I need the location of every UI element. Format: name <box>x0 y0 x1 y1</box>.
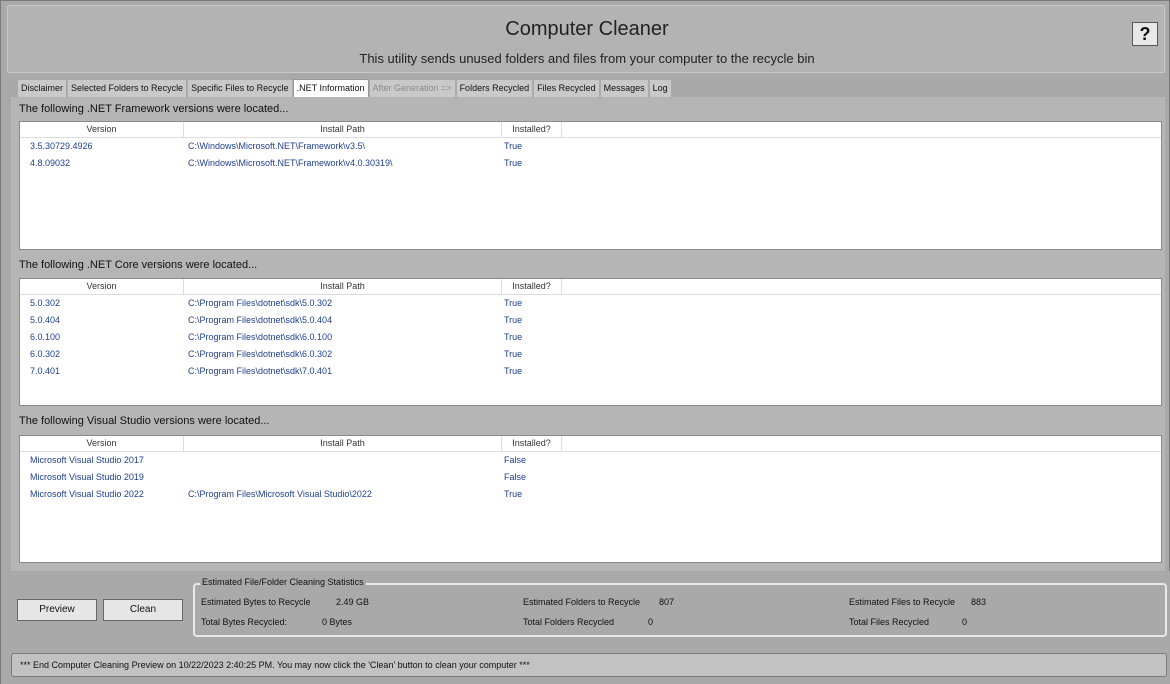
version-cell: Microsoft Visual Studio 2019 <box>30 472 144 482</box>
version-cell: Microsoft Visual Studio 2017 <box>30 455 144 465</box>
column-header-installed[interactable]: Installed? <box>502 279 562 294</box>
title-bar: Computer Cleaner This utility sends unus… <box>7 5 1165 73</box>
total-folders-value: 0 <box>648 617 654 627</box>
help-button[interactable]: ? <box>1132 22 1158 46</box>
tab-log[interactable]: Log <box>648 79 672 97</box>
path-cell: C:\Program Files\dotnet\sdk\7.0.401 <box>188 366 333 376</box>
vs-section-label: The following Visual Studio versions wer… <box>19 415 270 427</box>
tab-strip: Disclaimer Selected Folders to Recycle S… <box>17 79 672 97</box>
est-files-value: 883 <box>971 597 987 607</box>
version-cell: 7.0.401 <box>30 366 61 376</box>
installed-cell: False <box>504 472 527 482</box>
installed-cell: True <box>504 158 523 168</box>
list-item[interactable]: Microsoft Visual Studio 2017 False <box>20 452 1161 469</box>
app-title: Computer Cleaner <box>505 18 669 40</box>
list-item[interactable]: 6.0.100 C:\Program Files\dotnet\sdk\6.0.… <box>20 329 1161 346</box>
list-item[interactable]: 5.0.404 C:\Program Files\dotnet\sdk\5.0.… <box>20 312 1161 329</box>
installed-cell: True <box>504 349 523 359</box>
tab-files-recycled[interactable]: Files Recycled <box>533 79 600 97</box>
version-cell: 3.5.30729.4926 <box>30 141 93 151</box>
installed-cell: False <box>504 455 527 465</box>
installed-cell: True <box>504 298 523 308</box>
path-cell: C:\Program Files\Microsoft Visual Studio… <box>188 489 372 499</box>
tab-specific-files[interactable]: Specific Files to Recycle <box>187 79 293 97</box>
column-header-installed[interactable]: Installed? <box>502 436 562 451</box>
vs-list[interactable]: Version Install Path Installed? Microsof… <box>19 435 1162 563</box>
version-cell: 4.8.09032 <box>30 158 71 168</box>
total-folders-label: Total Folders Recycled <box>523 617 615 627</box>
core-list-header: Version Install Path Installed? <box>20 279 1161 295</box>
est-folders-label: Estimated Folders to Recycle <box>523 597 641 607</box>
path-cell: C:\Program Files\dotnet\sdk\6.0.302 <box>188 349 333 359</box>
installed-cell: True <box>504 489 523 499</box>
est-folders-value: 807 <box>659 597 675 607</box>
path-cell: C:\Program Files\dotnet\sdk\5.0.404 <box>188 315 333 325</box>
path-cell <box>188 452 504 469</box>
list-item[interactable]: 5.0.302 C:\Program Files\dotnet\sdk\5.0.… <box>20 295 1161 312</box>
path-cell: C:\Windows\Microsoft.NET\Framework\v4.0.… <box>188 158 393 168</box>
preview-button[interactable]: Preview <box>17 599 97 621</box>
clean-button[interactable]: Clean <box>103 599 183 621</box>
version-cell: 5.0.404 <box>30 315 61 325</box>
path-cell: C:\Program Files\dotnet\sdk\5.0.302 <box>188 298 333 308</box>
column-header-version[interactable]: Version <box>20 122 184 137</box>
column-header-installed[interactable]: Installed? <box>502 122 562 137</box>
vs-list-header: Version Install Path Installed? <box>20 436 1161 452</box>
app-subtitle: This utility sends unused folders and fi… <box>359 51 815 66</box>
list-item[interactable]: 7.0.401 C:\Program Files\dotnet\sdk\7.0.… <box>20 363 1161 380</box>
list-item[interactable]: Microsoft Visual Studio 2019 False <box>20 469 1161 486</box>
column-header-version[interactable]: Version <box>20 436 184 451</box>
total-bytes-value: 0 Bytes <box>322 617 353 627</box>
total-files-label: Total Files Recycled <box>849 617 930 627</box>
core-list[interactable]: Version Install Path Installed? 5.0.302 … <box>19 278 1162 406</box>
tab-net-information[interactable]: .NET Information <box>292 79 369 97</box>
version-cell: 5.0.302 <box>30 298 61 308</box>
list-item[interactable]: 3.5.30729.4926 C:\Windows\Microsoft.NET\… <box>20 138 1161 155</box>
est-bytes-label: Estimated Bytes to Recycle <box>201 597 311 607</box>
column-header-install-path[interactable]: Install Path <box>184 436 502 451</box>
column-header-install-path[interactable]: Install Path <box>184 122 502 137</box>
est-files-label: Estimated Files to Recycle <box>849 597 956 607</box>
tab-disclaimer[interactable]: Disclaimer <box>17 79 68 97</box>
tab-after-generation: After Generation => <box>368 79 456 97</box>
version-cell: 6.0.100 <box>30 332 61 342</box>
installed-cell: True <box>504 141 523 151</box>
app-window: Computer Cleaner This utility sends unus… <box>0 0 1170 684</box>
version-cell: 6.0.302 <box>30 349 61 359</box>
tab-folders-recycled[interactable]: Folders Recycled <box>455 79 534 97</box>
framework-list-header: Version Install Path Installed? <box>20 122 1161 138</box>
tab-selected-folders[interactable]: Selected Folders to Recycle <box>67 79 188 97</box>
installed-cell: True <box>504 315 523 325</box>
column-header-install-path[interactable]: Install Path <box>184 279 502 294</box>
installed-cell: True <box>504 366 523 376</box>
path-cell: C:\Program Files\dotnet\sdk\6.0.100 <box>188 332 333 342</box>
status-bar: *** End Computer Cleaning Preview on 10/… <box>11 653 1167 677</box>
net-information-panel: The following .NET Framework versions we… <box>11 97 1165 571</box>
total-bytes-label: Total Bytes Recycled: <box>201 617 288 627</box>
path-cell <box>188 469 504 486</box>
core-section-label: The following .NET Core versions were lo… <box>19 259 258 271</box>
total-files-value: 0 <box>962 617 968 627</box>
est-bytes-value: 2.49 GB <box>336 597 370 607</box>
framework-list[interactable]: Version Install Path Installed? 3.5.3072… <box>19 121 1162 250</box>
path-cell: C:\Windows\Microsoft.NET\Framework\v3.5\ <box>188 141 366 151</box>
installed-cell: True <box>504 332 523 342</box>
list-item[interactable]: 6.0.302 C:\Program Files\dotnet\sdk\6.0.… <box>20 346 1161 363</box>
statistics-legend: Estimated File/Folder Cleaning Statistic… <box>200 577 366 587</box>
version-cell: Microsoft Visual Studio 2022 <box>30 489 144 499</box>
list-item[interactable]: 4.8.09032 C:\Windows\Microsoft.NET\Frame… <box>20 155 1161 172</box>
cleaning-statistics-group: Estimated File/Folder Cleaning Statistic… <box>193 577 1167 637</box>
column-header-version[interactable]: Version <box>20 279 184 294</box>
tab-messages[interactable]: Messages <box>599 79 649 97</box>
list-item[interactable]: Microsoft Visual Studio 2022 C:\Program … <box>20 486 1161 503</box>
framework-section-label: The following .NET Framework versions we… <box>19 103 289 115</box>
